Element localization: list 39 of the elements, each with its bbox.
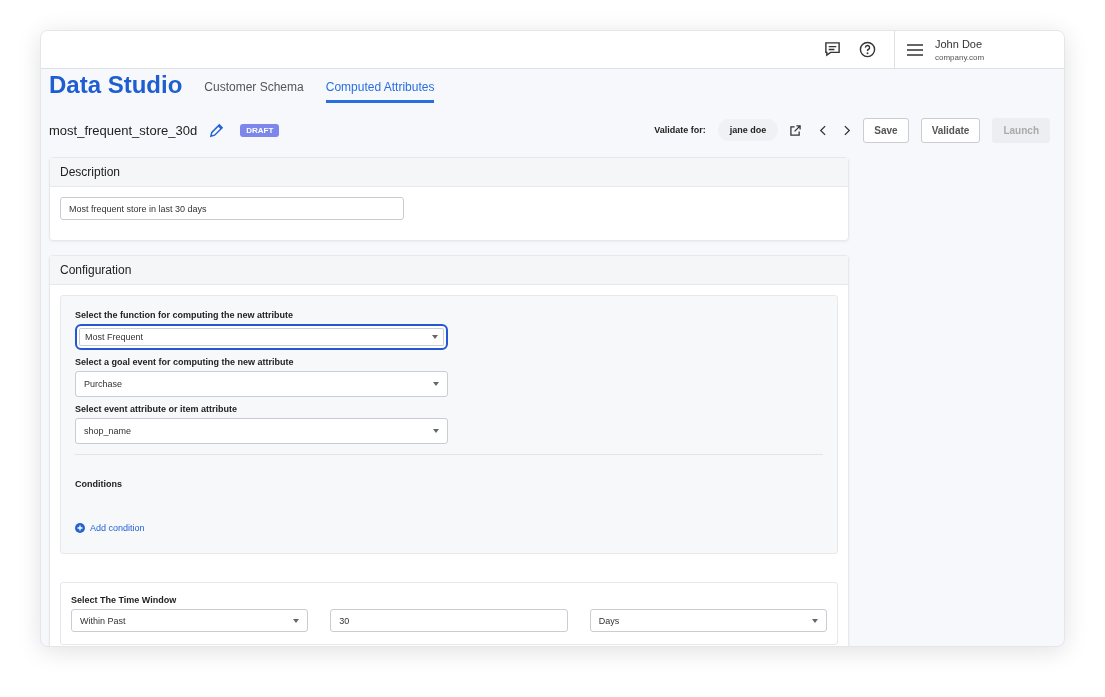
input-field[interactable]: 30 (330, 609, 568, 632)
dropdown-field[interactable]: shop_name (75, 418, 448, 444)
action-button[interactable]: Save (863, 117, 909, 143)
chevron-left-icon[interactable] (819, 124, 827, 136)
caret-icon (433, 382, 439, 386)
caret-icon (812, 618, 818, 623)
app-title: Data Studio (49, 71, 183, 100)
user-name: John Doe (935, 37, 984, 50)
card-title: Description (60, 165, 121, 179)
dropdown-field[interactable]: Purchase (75, 371, 448, 397)
attribute-name: most_frequent_store_30d (49, 122, 198, 138)
external-link-icon[interactable] (790, 124, 802, 136)
caret-icon (293, 618, 300, 623)
validate-for-label: Validate for: (654, 125, 706, 135)
tab[interactable]: Customer Schema (204, 80, 304, 103)
chevron-right-icon[interactable] (844, 124, 852, 136)
user-company: company.com (935, 52, 985, 62)
field-label: Select the function for computing the new attribute (75, 310, 294, 320)
dropdown-field[interactable]: Most Frequent (75, 324, 448, 350)
description-field[interactable]: Most frequent store in last 30 days (60, 197, 404, 220)
user-chip[interactable]: jane doe (717, 119, 779, 141)
field-label: Select event attribute or item attribute (75, 404, 239, 414)
field-label: Select a goal event for computing the new attribute (75, 357, 295, 367)
caret-icon (432, 335, 438, 339)
action-button[interactable]: Validate (920, 117, 981, 143)
menu-icon[interactable] (907, 43, 923, 56)
card-title: Configuration (60, 263, 132, 277)
plus-circle-icon (75, 523, 85, 533)
conditions-label: Conditions (75, 479, 123, 489)
tab[interactable]: Computed Attributes (325, 80, 435, 103)
chat-icon[interactable] (824, 41, 841, 58)
pencil-icon[interactable] (209, 122, 225, 138)
dropdown-field[interactable]: Days (589, 609, 827, 632)
status-badge: DRAFT (240, 123, 280, 137)
field-label: Select The Time Window (71, 595, 178, 605)
caret-icon (433, 429, 439, 433)
help-icon[interactable] (859, 41, 876, 58)
add-condition-link[interactable]: Add condition (75, 523, 145, 533)
dropdown-field[interactable]: Within Past (71, 609, 309, 632)
